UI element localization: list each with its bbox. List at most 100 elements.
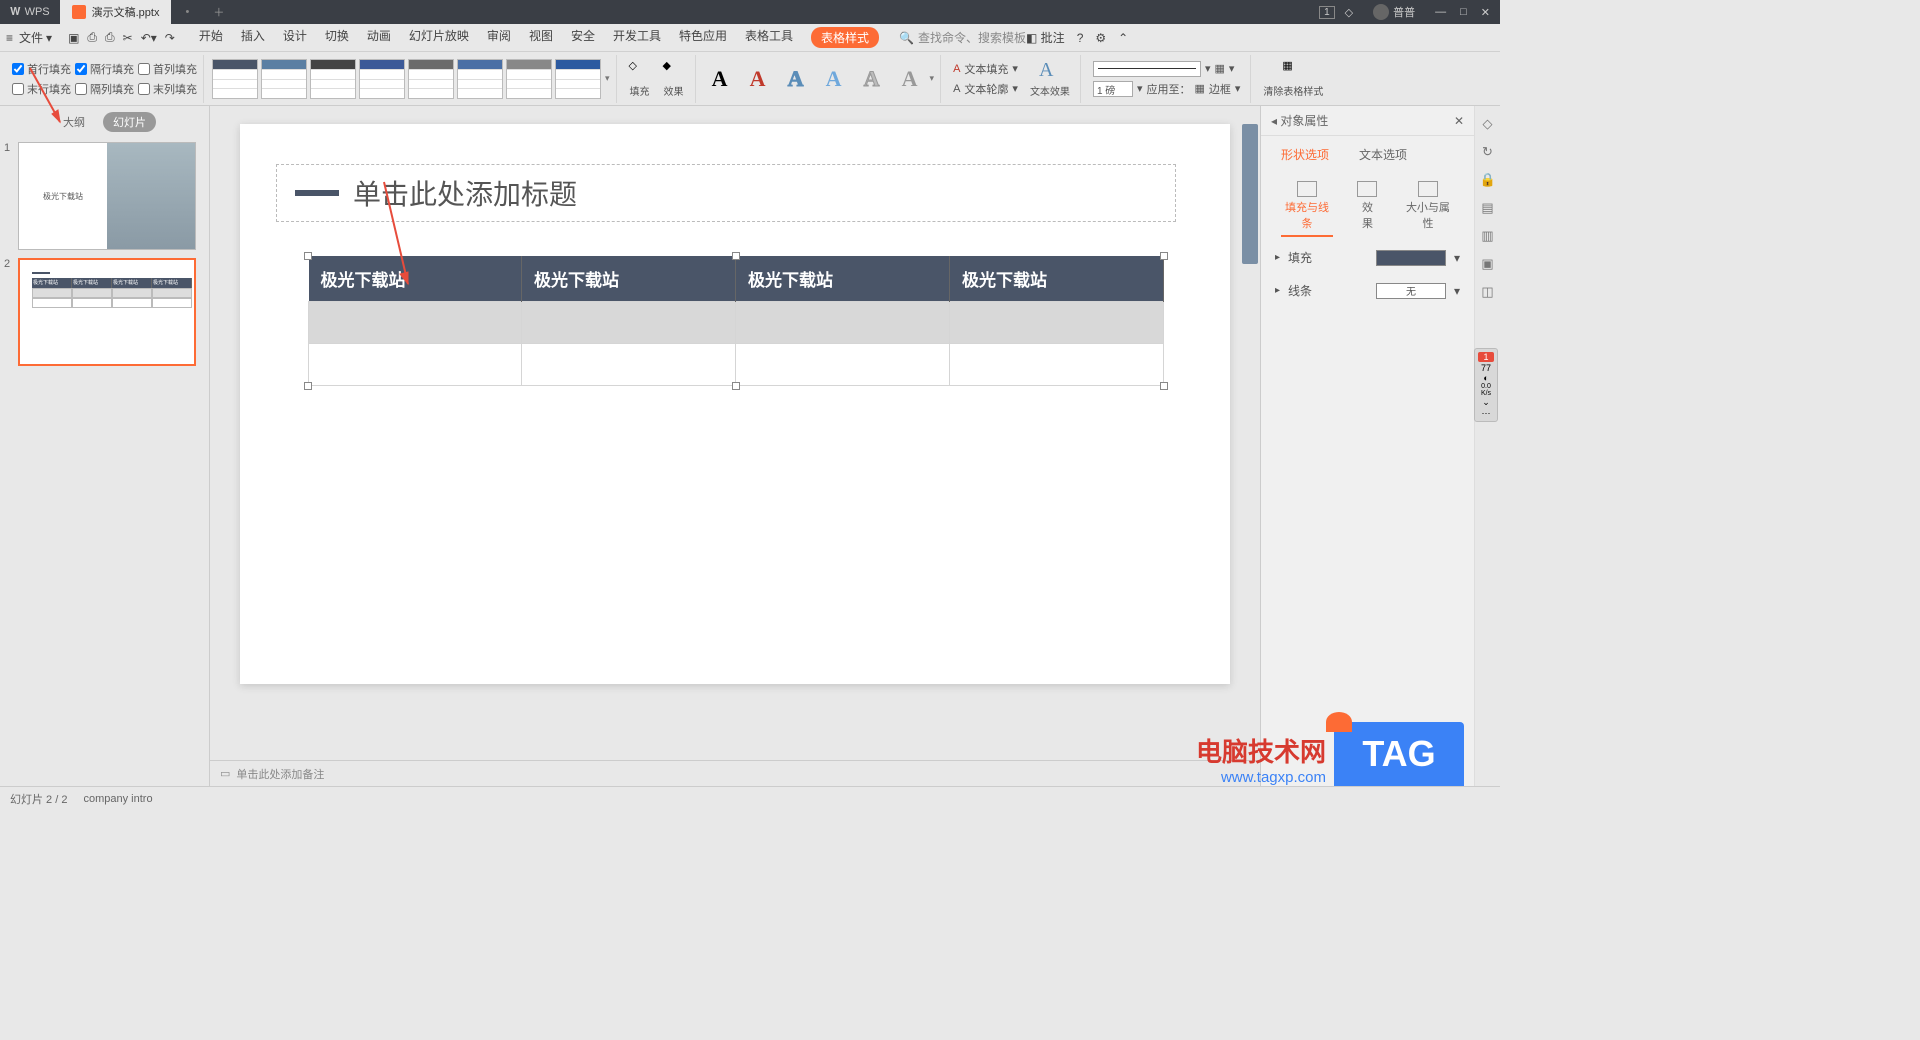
subtab-size[interactable]: 大小与属性 [1402,177,1454,237]
float-expand-icon[interactable]: ⌄ [1475,397,1497,408]
menu-view[interactable]: 视图 [529,27,553,48]
line-style-select[interactable]: ▾ ▦▾ [1089,60,1244,78]
float-more-icon[interactable]: ⋯ [1475,408,1497,419]
menu-slideshow[interactable]: 幻灯片放映 [409,27,469,48]
th-4[interactable]: 极光下载站 [949,256,1163,302]
chevron-down-icon[interactable]: ▾ [1454,251,1460,265]
line-swatch[interactable]: 无 [1376,283,1446,299]
effect-button[interactable]: ◆效果 [659,57,689,100]
selection-handle[interactable] [732,382,740,390]
window-count-icon[interactable]: 1 [1319,6,1335,19]
wordart-2[interactable]: A [742,63,774,95]
add-tab-button[interactable]: ＋ [203,4,234,20]
selection-handle[interactable] [1160,252,1168,260]
fill-row[interactable]: ▸ 填充 ▾ [1261,241,1474,274]
cut-icon[interactable]: ✂ [123,31,133,45]
menu-start[interactable]: 开始 [199,27,223,48]
main-table[interactable]: 极光下载站 极光下载站 极光下载站 极光下载站 [308,256,1164,386]
chevron-down-icon[interactable]: ▾ [1454,284,1460,298]
float-widget[interactable]: 1 77 ◐ 0.0K/s ⌄ ⋯ [1474,348,1498,422]
language-indicator[interactable]: company intro [83,793,152,805]
layer-icon[interactable]: ▤ [1480,200,1496,216]
wps-logo[interactable]: 𝐖 WPS [0,6,60,19]
th-2[interactable]: 极光下载站 [522,256,736,302]
document-tab[interactable]: 演示文稿.pptx [60,0,172,24]
chk-banded-col[interactable]: 隔列填充 [75,81,134,97]
save-icon[interactable]: ▣ [68,31,79,45]
menu-special[interactable]: 特色应用 [679,27,727,48]
collapse-ribbon-icon[interactable]: ⌃ [1118,31,1128,45]
print-preview-icon[interactable]: ⎙ [87,30,97,45]
tab-text-options[interactable]: 文本选项 [1359,142,1407,167]
wordart-6[interactable]: A [894,63,926,95]
clear-table-style-button[interactable]: ▦清除表格样式 [1259,57,1327,100]
select-icon[interactable]: ◇ [1480,116,1496,132]
text-fill-button[interactable]: A文本填充 ▾ [949,60,1022,78]
print-icon[interactable]: ⎙ [105,30,115,45]
text-outline-button[interactable]: A文本轮廓 ▾ [949,80,1022,98]
chk-first-col[interactable]: 首列填充 [138,61,197,77]
table-style-7[interactable] [506,59,552,99]
menu-design[interactable]: 设计 [283,27,307,48]
styles-more-icon[interactable]: ▾ [605,73,610,84]
fill-button[interactable]: ◇填充 [625,57,655,100]
wordart-1[interactable]: A [704,63,736,95]
table-style-3[interactable] [310,59,356,99]
slide-canvas[interactable]: 单击此处添加标题 极光下载站 极光下载站 极光下载站 极光下载站 [210,106,1260,760]
table-style-1[interactable] [212,59,258,99]
menu-transition[interactable]: 切换 [325,27,349,48]
table-style-4[interactable] [359,59,405,99]
th-3[interactable]: 极光下载站 [736,256,950,302]
undo-icon[interactable]: ↶▾ [141,31,157,45]
annotate-button[interactable]: ◧ 批注 [1026,29,1065,46]
table-object[interactable]: 极光下载站 极光下载站 极光下载站 极光下载站 [308,256,1164,386]
selection-handle[interactable] [304,252,312,260]
maximize-icon[interactable]: □ [1460,6,1467,18]
settings-icon[interactable]: ⚙ [1095,31,1106,45]
tab-shape-options[interactable]: 形状选项 [1281,142,1329,167]
chk-last-col[interactable]: 末列填充 [138,81,197,97]
image-icon[interactable]: ▣ [1480,256,1496,272]
wordart-3[interactable]: A [780,63,812,95]
lock-icon[interactable]: 🔒 [1480,172,1496,188]
canvas-scrollbar[interactable] [1242,124,1258,404]
selection-handle[interactable] [1160,382,1168,390]
menu-icon[interactable]: ≡ [6,31,13,45]
file-menu[interactable]: 文件▾ [13,27,58,48]
table-style-2[interactable] [261,59,307,99]
menu-security[interactable]: 安全 [571,27,595,48]
selection-handle[interactable] [304,382,312,390]
gallery-icon[interactable]: ◫ [1480,284,1496,300]
line-weight-select[interactable]: 1 磅▾ 应用至： ▦边框▾ [1089,80,1244,98]
search-box[interactable]: 🔍 查找命令、搜索模板 [899,29,1026,46]
clipboard-icon[interactable]: ▥ [1480,228,1496,244]
panel-close-icon[interactable]: ✕ [1454,114,1464,128]
wordart-more-icon[interactable]: ▾ [930,73,935,84]
skin-icon[interactable]: ◇ [1335,6,1363,19]
subtab-effect[interactable]: 效果 [1357,177,1378,237]
minimize-icon[interactable]: — [1435,6,1446,18]
menu-animation[interactable]: 动画 [367,27,391,48]
subtab-fill-line[interactable]: 填充与线条 [1281,177,1333,237]
user-badge[interactable]: 普普 [1363,4,1425,20]
slide-thumb-1[interactable]: 极光下载站 [18,142,196,250]
menu-devtools[interactable]: 开发工具 [613,27,661,48]
table-style-5[interactable] [408,59,454,99]
selection-handle[interactable] [732,252,740,260]
wordart-4[interactable]: A [818,63,850,95]
fill-swatch[interactable] [1376,250,1446,266]
help-icon[interactable]: ? [1077,31,1084,45]
rotate-icon[interactable]: ↻ [1480,144,1496,160]
table-style-6[interactable] [457,59,503,99]
menu-insert[interactable]: 插入 [241,27,265,48]
menu-review[interactable]: 审阅 [487,27,511,48]
slide-thumb-2[interactable]: 极光下载站极光下载站极光下载站极光下载站 [18,258,196,366]
menu-table-style[interactable]: 表格样式 [811,27,879,48]
menu-table-tools[interactable]: 表格工具 [745,27,793,48]
notes-bar[interactable]: ▭ 单击此处添加备注 [210,760,1260,786]
chk-banded-row[interactable]: 隔行填充 [75,61,134,77]
tab-slides[interactable]: 幻灯片 [103,112,156,132]
wordart-5[interactable]: A [856,63,888,95]
line-row[interactable]: ▸ 线条 无▾ [1261,274,1474,307]
redo-icon[interactable]: ↷ [165,31,175,45]
